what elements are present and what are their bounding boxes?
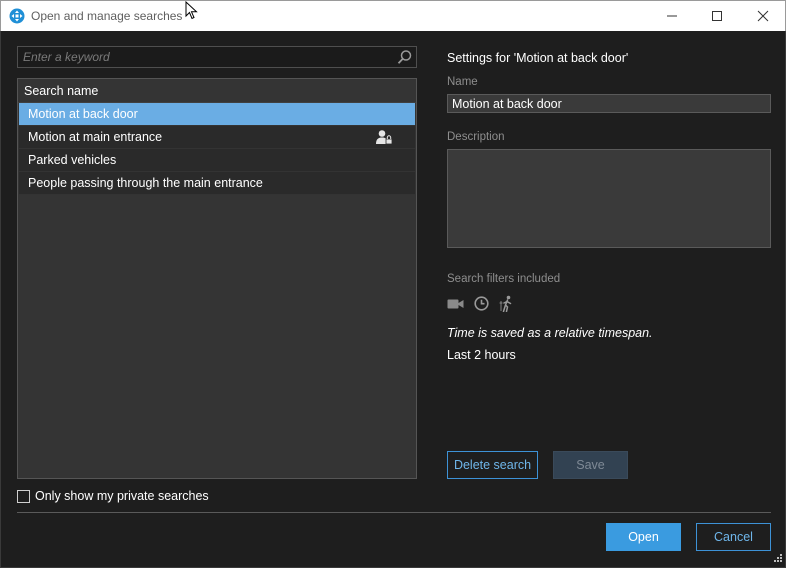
keyword-search-box bbox=[17, 46, 417, 68]
private-searches-checkbox[interactable] bbox=[17, 489, 30, 503]
save-button[interactable]: Save bbox=[553, 451, 628, 479]
list-header-search-name[interactable]: Search name bbox=[18, 79, 416, 103]
keyword-search-input[interactable] bbox=[18, 47, 396, 67]
search-icon[interactable] bbox=[397, 49, 413, 65]
app-logo-icon bbox=[9, 8, 25, 24]
open-button[interactable]: Open bbox=[606, 523, 681, 551]
shared-search-user-icon bbox=[376, 130, 393, 145]
name-label: Name bbox=[447, 76, 478, 88]
list-item-label: Motion at main entrance bbox=[28, 130, 163, 144]
title-bar: Open and manage searches bbox=[0, 0, 786, 31]
mouse-cursor-icon bbox=[185, 1, 198, 20]
minimize-button[interactable] bbox=[649, 1, 695, 31]
footer-divider bbox=[17, 512, 771, 513]
time-saved-note: Time is saved as a relative timespan. bbox=[447, 326, 653, 340]
timespan-value: Last 2 hours bbox=[447, 348, 516, 362]
close-icon bbox=[757, 10, 769, 22]
window-title: Open and manage searches bbox=[31, 9, 183, 23]
description-field[interactable] bbox=[447, 149, 771, 248]
maximize-icon bbox=[712, 11, 722, 21]
list-item-label: Motion at back door bbox=[28, 107, 138, 121]
list-item[interactable]: Parked vehicles bbox=[19, 149, 415, 172]
list-item-label: Parked vehicles bbox=[28, 153, 117, 167]
settings-title: Settings for 'Motion at back door' bbox=[447, 51, 629, 65]
search-filters-icons bbox=[447, 295, 515, 312]
private-searches-filter[interactable]: Only show my private searches bbox=[17, 488, 209, 504]
saved-searches-list: Search name Motion at back door Motion a… bbox=[17, 78, 417, 479]
list-item[interactable]: Motion at back door bbox=[19, 103, 415, 126]
camera-icon bbox=[447, 299, 464, 308]
person-walking-icon bbox=[499, 295, 512, 312]
description-label: Description bbox=[447, 131, 505, 143]
close-button[interactable] bbox=[740, 1, 786, 31]
resize-grip-icon[interactable] bbox=[771, 553, 783, 565]
cancel-button[interactable]: Cancel bbox=[696, 523, 771, 551]
list-item[interactable]: People passing through the main entrance bbox=[19, 172, 415, 195]
private-searches-label[interactable]: Only show my private searches bbox=[35, 489, 209, 503]
list-item[interactable]: Motion at main entrance bbox=[19, 126, 415, 149]
search-filters-label: Search filters included bbox=[447, 273, 561, 285]
delete-search-button[interactable]: Delete search bbox=[447, 451, 538, 479]
maximize-button[interactable] bbox=[694, 1, 740, 31]
name-field[interactable] bbox=[447, 94, 771, 113]
list-item-label: People passing through the main entrance bbox=[28, 176, 263, 190]
minimize-icon bbox=[667, 15, 677, 17]
clock-icon bbox=[474, 296, 489, 311]
dialog-body: Search name Motion at back door Motion a… bbox=[0, 31, 786, 568]
